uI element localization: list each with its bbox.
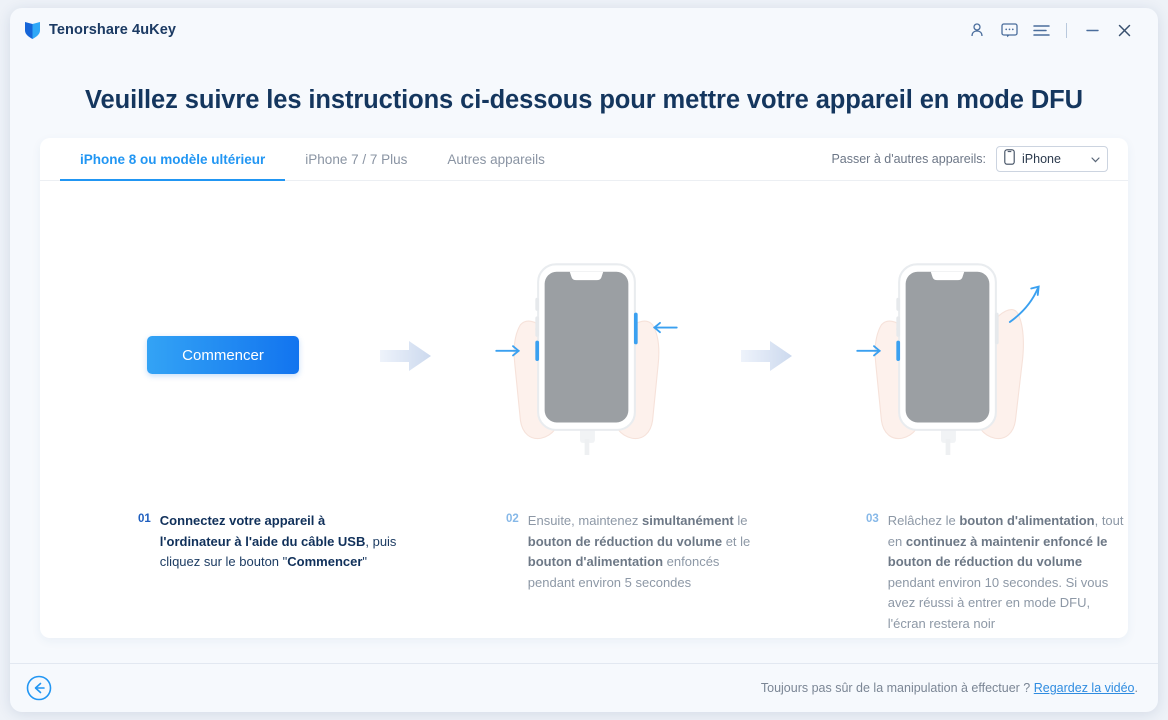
step-item-1: 01 Connectez votre appareil à l'ordinate… [138,511,398,573]
footer-period: . [1134,681,1138,695]
tab-label: iPhone 8 ou modèle ultérieur [80,151,266,167]
footer-help-text: Toujours pas sûr de la manipulation à ef… [761,681,1138,695]
page-title: Veuillez suivre les instructions ci-dess… [85,86,1083,114]
footer: Toujours pas sûr de la manipulation à ef… [10,664,1158,712]
close-icon[interactable] [1108,15,1140,45]
device-tabs: iPhone 8 ou modèle ultérieur iPhone 7 / … [60,138,565,181]
footer-question: Toujours pas sûr de la manipulation à ef… [760,681,1031,695]
device-switch: Passer à d'autres appareils: iPhone [831,146,1108,180]
instructions-card: iPhone 8 ou modèle ultérieur iPhone 7 / … [40,138,1128,638]
tab-iphone8-or-later[interactable]: iPhone 8 ou modèle ultérieur [60,138,286,181]
step-text: Relâchez le bouton d'alimentation, tout … [887,513,1124,631]
brand-name: Tenorshare 4uKey [49,22,177,38]
watch-video-link[interactable]: Regardez la vidéo [1034,681,1135,695]
tab-iphone7[interactable]: iPhone 7 / 7 Plus [285,138,427,180]
step-number: 01 [138,513,151,525]
back-arrow-circle-icon[interactable] [26,675,52,701]
hands-holding-phone-press-icon [406,255,767,455]
phone-icon [1004,148,1015,170]
tab-other-devices[interactable]: Autres appareils [427,138,565,180]
device-select[interactable]: iPhone [996,146,1108,172]
start-button[interactable]: Commencer [147,336,299,374]
brand: Tenorshare 4uKey [24,21,176,40]
title-bar: Tenorshare 4uKey [10,8,1158,52]
card-header: iPhone 8 ou modèle ultérieur iPhone 7 / … [40,138,1128,181]
chevron-down-icon [1091,150,1100,168]
card-body: Commencer 01 Connectez votre appareil à … [40,181,1128,637]
app-window: Tenorshare 4uKey Veuillez suivre les ins… [10,8,1158,712]
tab-label: Autres appareils [447,151,545,167]
start-button-visual: Commencer [40,255,406,455]
window-controls [961,15,1140,45]
step-text: Connectez votre appareil à l'ordinateur … [159,513,397,569]
step-number: 03 [866,513,879,525]
tab-label: iPhone 7 / 7 Plus [305,151,408,167]
step-number: 02 [506,513,519,525]
controls-divider [1066,22,1067,38]
step-item-2: 02 Ensuite, maintenez simultanément le b… [506,511,764,593]
account-icon[interactable] [961,15,993,45]
device-switch-label: Passer à d'autres appareils: [831,152,986,166]
menu-icon[interactable] [1025,15,1057,45]
step-item-3: 03 Relâchez le bouton d'alimentation, to… [866,511,1128,634]
feedback-icon[interactable] [993,15,1025,45]
shield-logo-icon [24,21,41,40]
hands-holding-phone-release-icon [767,255,1128,455]
device-select-value: iPhone [1022,152,1061,166]
minimize-icon[interactable] [1076,15,1108,45]
step-text: Ensuite, maintenez simultanément le bout… [527,513,751,590]
